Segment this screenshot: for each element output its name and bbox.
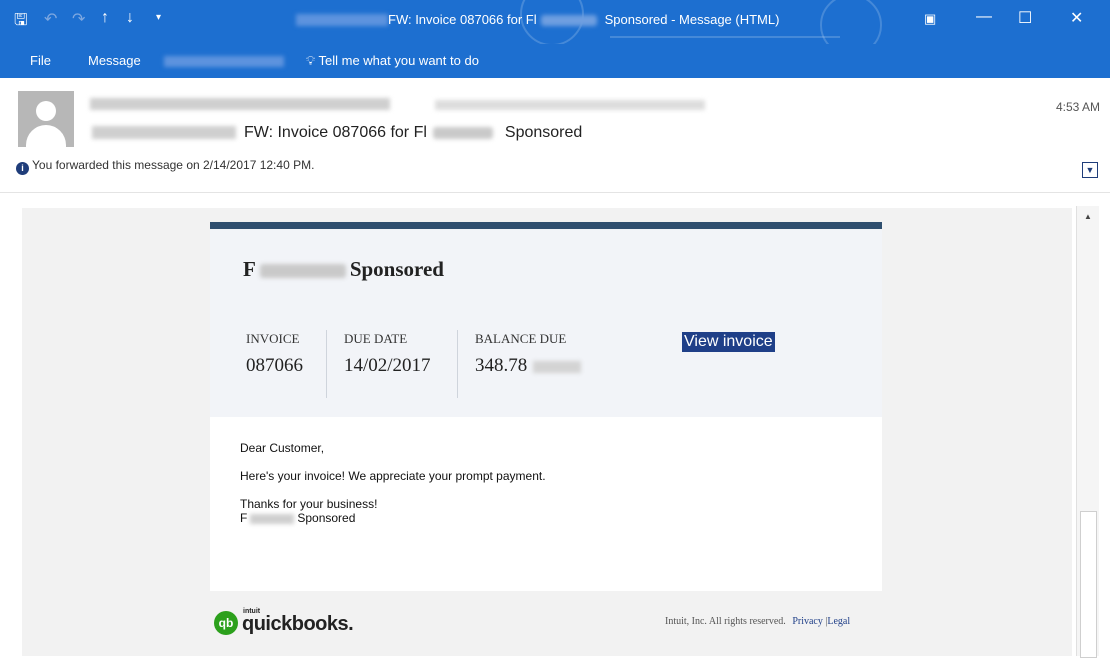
- invoice-number-column: INVOICE 087066: [246, 331, 303, 377]
- maximize-icon[interactable]: ☐: [1018, 8, 1032, 28]
- redacted-text: [250, 513, 295, 524]
- footer-legal: Intuit, Inc. All rights reserved. Privac…: [665, 616, 851, 627]
- tell-me-search[interactable]: 💡︎ Tell me what you want to do: [306, 53, 479, 69]
- invoice-number: 087066: [246, 355, 303, 376]
- redacted-sender-name: [296, 14, 388, 26]
- arrow-down-icon[interactable]: ↓: [126, 9, 134, 27]
- quickbooks-mark: qb: [214, 611, 238, 635]
- redacted-menu-item: [164, 56, 284, 67]
- title-bar: 🖫 ↶ ↷ ↑ ↓ ▾ FW: Invoice 087066 for Fl Spo…: [0, 0, 1110, 44]
- thanks-line: Thanks for your business!: [240, 497, 378, 511]
- decorative-line: [610, 36, 840, 38]
- forwarded-info: i You forwarded this message on 2/14/2017…: [16, 158, 314, 175]
- company-name: F Sponsored: [243, 257, 444, 281]
- view-invoice-link[interactable]: View invoice: [682, 332, 775, 352]
- avatar: [18, 91, 74, 147]
- message-text: Dear Customer, Here's your invoice! We a…: [240, 441, 546, 525]
- vertical-scrollbar[interactable]: ▲: [1076, 206, 1099, 658]
- invoice-label: INVOICE: [246, 331, 300, 346]
- received-time: 4:53 AM: [1056, 100, 1101, 114]
- message-line: Here's your invoice! We appreciate your …: [240, 469, 546, 483]
- scroll-up-icon[interactable]: ▲: [1081, 210, 1095, 224]
- menu-bar: File Message 💡︎ Tell me what you want to…: [0, 44, 1110, 78]
- balance-due-amount: 348.78: [475, 355, 582, 377]
- info-icon: i: [16, 162, 29, 175]
- customize-qat-icon[interactable]: ▾: [156, 12, 161, 23]
- menu-file[interactable]: File: [30, 53, 51, 68]
- menu-message[interactable]: Message: [88, 53, 141, 68]
- close-icon[interactable]: ✕: [1070, 8, 1083, 28]
- legal-link[interactable]: Legal: [827, 616, 850, 627]
- balance-due-label: BALANCE DUE: [475, 331, 567, 346]
- redacted-text: [259, 264, 346, 279]
- quickbooks-wordmark: quickbooks.: [242, 613, 354, 635]
- due-date-label: DUE DATE: [344, 331, 408, 346]
- redacted-subject-prefix: [92, 126, 236, 139]
- arrow-up-icon[interactable]: ↑: [101, 9, 109, 27]
- divider: [326, 330, 327, 398]
- divider: [457, 330, 458, 398]
- signature: F Sponsored: [240, 511, 356, 525]
- redacted-text: [540, 15, 597, 27]
- message-header: 4:53 AM FW: Invoice 087066 for Fl Sponsor…: [0, 78, 1110, 193]
- due-date: 14/02/2017: [344, 355, 431, 376]
- scroll-thumb[interactable]: [1080, 511, 1097, 658]
- redacted-sender: [90, 98, 390, 110]
- due-date-column: DUE DATE 14/02/2017: [344, 331, 431, 377]
- window-title: FW: Invoice 087066 for Fl Sponsored - Mes…: [388, 12, 780, 27]
- ribbon-display-options-icon[interactable]: ▣: [924, 11, 936, 27]
- privacy-link[interactable]: Privacy: [792, 616, 823, 627]
- lightbulb-icon: 💡︎: [306, 53, 316, 68]
- invoice-card: F Sponsored INVOICE 087066 DUE DATE 14/02…: [210, 229, 882, 591]
- redo-icon[interactable]: ↷: [72, 9, 85, 29]
- save-icon[interactable]: 🖫: [14, 9, 28, 36]
- balance-due-column: BALANCE DUE 348.78: [475, 331, 582, 377]
- greeting: Dear Customer,: [240, 441, 325, 455]
- redacted-recipients: [435, 100, 705, 110]
- minimize-icon[interactable]: —: [976, 8, 992, 26]
- redacted-currency: [533, 360, 582, 373]
- invoice-banner: [210, 222, 882, 229]
- expand-header-icon[interactable]: ▼: [1082, 162, 1098, 178]
- redacted-text: [432, 126, 493, 139]
- message-subject: FW: Invoice 087066 for Fl Sponsored: [244, 124, 583, 141]
- undo-icon[interactable]: ↶: [44, 9, 57, 29]
